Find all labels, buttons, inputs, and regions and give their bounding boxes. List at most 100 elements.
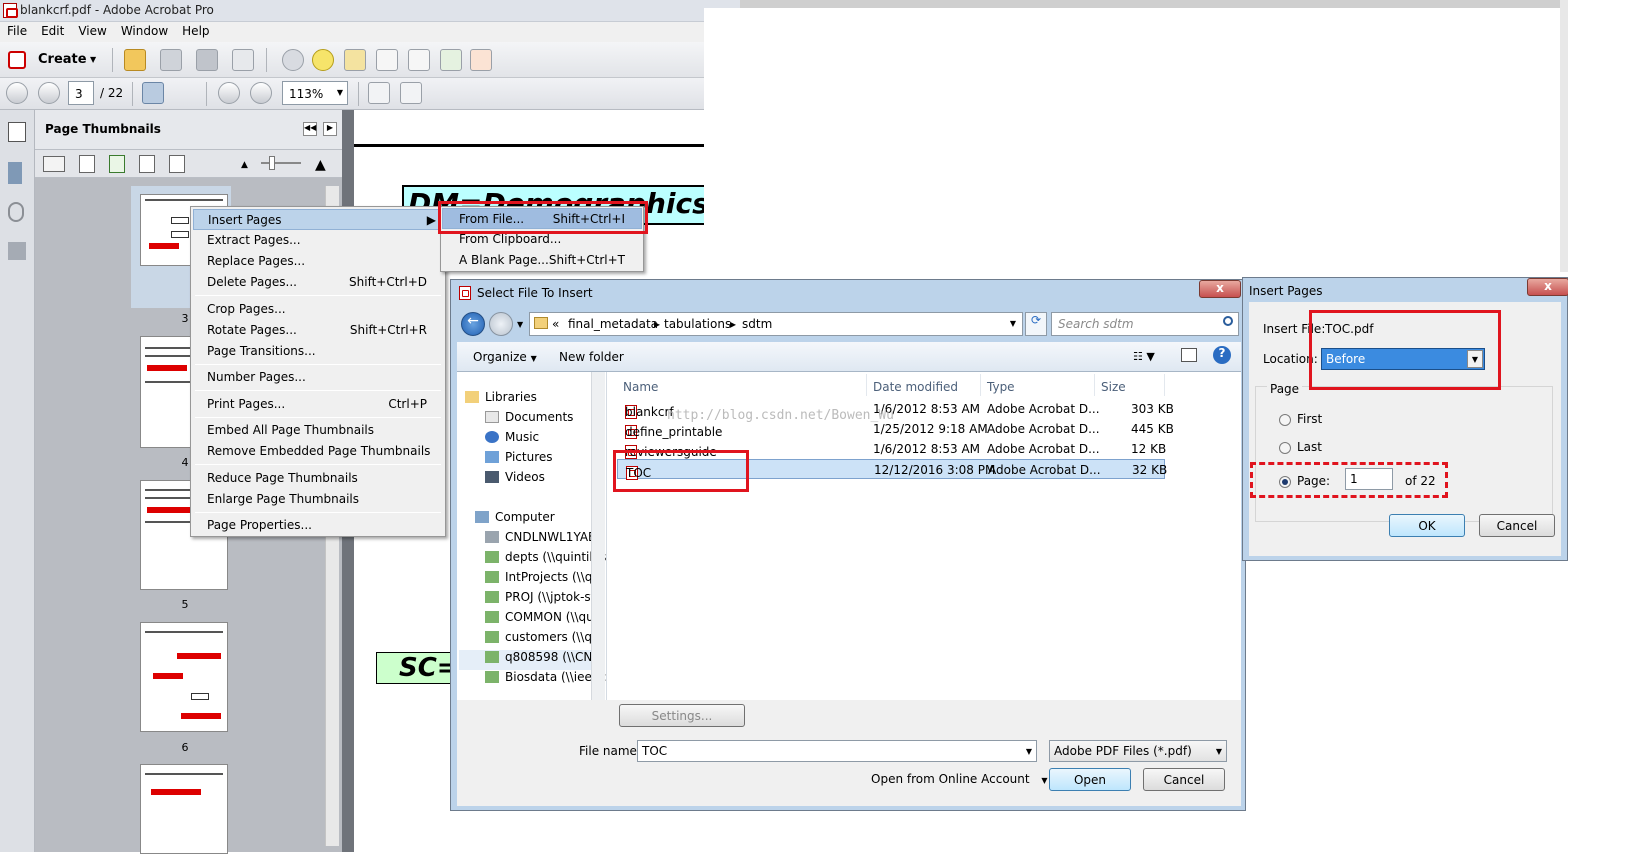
delete-pages-icon[interactable] [79, 155, 95, 173]
dialog-footer: Settings... File name: TOC ▼ Adobe PDF F… [457, 700, 1241, 806]
edit-document-icon[interactable] [470, 49, 492, 71]
delete-page-icon[interactable] [376, 49, 398, 71]
next-page-icon[interactable] [38, 82, 60, 104]
chevron-down-icon[interactable]: ▼ [517, 320, 523, 329]
options-menu-icon[interactable] [43, 156, 65, 172]
slider-handle[interactable] [269, 156, 275, 170]
fit-page-icon[interactable] [368, 82, 390, 104]
radio-last[interactable] [1279, 442, 1291, 454]
export-icon[interactable] [440, 49, 462, 71]
menu-crop-pages[interactable]: Crop Pages... [193, 299, 443, 320]
menu-view[interactable]: View [71, 22, 113, 38]
zoom-select[interactable]: 113% ▼ [282, 81, 348, 105]
open-online-button[interactable]: Open from Online Account ▼ [871, 772, 1048, 786]
bookmark-icon[interactable] [8, 162, 22, 184]
page-number-input[interactable]: 3 [68, 81, 94, 105]
menu-number-pages[interactable]: Number Pages... [193, 367, 443, 388]
menu-enlarge-thumbnails[interactable]: Enlarge Page Thumbnails [193, 489, 443, 510]
chevron-down-icon[interactable]: ▼ [1026, 747, 1032, 756]
organize-button[interactable]: Organize ▼ [473, 350, 537, 364]
view-options-icon[interactable]: ☷ ▼ [1133, 350, 1155, 363]
menu-print-pages[interactable]: Print Pages... Ctrl+P [193, 394, 443, 415]
new-folder-button[interactable]: New folder [559, 350, 624, 364]
page-properties-icon[interactable] [169, 155, 185, 173]
menu-shortcut: Shift+Ctrl+D [349, 275, 427, 289]
breadcrumb-item[interactable]: final_metadata [568, 317, 658, 331]
menu-delete-pages[interactable]: Delete Pages... Shift+Ctrl+D [193, 272, 443, 293]
breadcrumb-item[interactable]: sdtm [742, 317, 772, 331]
open-button[interactable]: Open [1049, 768, 1131, 791]
zoom-in-icon[interactable] [250, 82, 272, 104]
menu-blank-page[interactable]: A Blank Page... Shift+Ctrl+T [443, 250, 641, 271]
menu-embed-thumbnails[interactable]: Embed All Page Thumbnails [193, 420, 443, 441]
network-drive-icon [485, 551, 499, 563]
settings-button[interactable]: Settings... [619, 704, 745, 727]
create-button[interactable]: Create ▼ [8, 49, 96, 71]
breadcrumb-item[interactable]: tabulations [664, 317, 731, 331]
signature-icon[interactable] [8, 242, 26, 260]
menu-replace-pages[interactable]: Replace Pages... [193, 251, 443, 272]
cancel-button[interactable]: Cancel [1479, 514, 1555, 537]
rotate-pages-icon[interactable] [139, 155, 155, 173]
zoom-out-icon[interactable] [218, 82, 240, 104]
column-size[interactable]: Size [1095, 374, 1165, 396]
menu-remove-thumbnails[interactable]: Remove Embedded Page Thumbnails [193, 441, 443, 462]
column-type[interactable]: Type [981, 374, 1095, 396]
open-folder-icon[interactable] [124, 49, 146, 71]
close-button[interactable]: x [1199, 280, 1241, 298]
back-arrow-icon[interactable]: ← [461, 312, 485, 336]
comment-icon[interactable] [312, 49, 334, 71]
menu-help[interactable]: Help [175, 22, 216, 38]
menu-rotate-pages[interactable]: Rotate Pages... Shift+Ctrl+R [193, 320, 443, 341]
save-icon[interactable] [160, 49, 182, 71]
close-button[interactable]: x [1527, 278, 1569, 296]
filetype-select[interactable]: Adobe PDF Files (*.pdf) ▼ [1049, 740, 1227, 762]
thumbnail-size-slider[interactable] [261, 162, 301, 164]
nav-scrollbar[interactable] [591, 372, 605, 700]
breadcrumb[interactable]: « final_metadata ▸ tabulations ▸ sdtm ▼ [529, 312, 1023, 336]
menu-file[interactable]: File [0, 22, 34, 38]
title-bar: blankcrf.pdf - Adobe Acrobat Pro [0, 0, 740, 22]
insert-pages-icon[interactable] [109, 155, 125, 173]
hand-tool-icon[interactable] [174, 82, 196, 104]
breadcrumb-overflow[interactable]: « [552, 317, 559, 331]
search-input[interactable]: Search sdtm [1051, 312, 1239, 336]
column-name[interactable]: Name [617, 374, 867, 396]
menu-reduce-thumbnails[interactable]: Reduce Page Thumbnails [193, 468, 443, 489]
select-tool-icon[interactable] [142, 82, 164, 104]
menu-page-transitions[interactable]: Page Transitions... [193, 341, 443, 362]
page-thumbnail-7[interactable] [140, 764, 228, 854]
menu-window[interactable]: Window [114, 22, 175, 38]
help-icon[interactable]: ? [1213, 346, 1231, 364]
attachment-icon[interactable] [8, 202, 24, 222]
rotate-page-icon[interactable] [408, 49, 430, 71]
collapse-panel-icon[interactable]: ◀◀ [303, 122, 317, 136]
chevron-down-icon[interactable]: ▼ [1010, 319, 1016, 328]
radio-first[interactable] [1279, 414, 1291, 426]
nav-drive-selected[interactable]: q808598 (\\CNDL [459, 650, 591, 670]
column-date-modified[interactable]: Date modified [867, 374, 981, 396]
menu-extract-pages[interactable]: Extract Pages... [193, 230, 443, 251]
email-icon[interactable] [232, 49, 254, 71]
menu-insert-pages[interactable]: Insert Pages ▶ [193, 209, 443, 230]
page-thumbnails-icon[interactable] [8, 122, 26, 142]
page-thumbnail-6[interactable] [140, 622, 228, 732]
breadcrumb-separator: ▸ [730, 317, 737, 331]
menu-edit[interactable]: Edit [34, 22, 71, 38]
refresh-icon[interactable]: ⟳ [1025, 312, 1047, 336]
previous-page-icon[interactable] [6, 82, 28, 104]
preview-pane-icon[interactable] [1181, 348, 1197, 362]
forward-arrow-icon[interactable] [489, 312, 513, 336]
full-screen-icon[interactable] [400, 82, 422, 104]
print-icon[interactable] [196, 49, 218, 71]
nav-computer[interactable]: Computer [475, 510, 607, 530]
cancel-button[interactable]: Cancel [1143, 768, 1225, 791]
search-icon[interactable] [1223, 316, 1233, 326]
ok-button[interactable]: OK [1389, 514, 1465, 537]
nav-libraries[interactable]: Libraries [465, 390, 597, 410]
gear-icon[interactable] [282, 49, 304, 71]
expand-panel-icon[interactable]: ▶ [323, 122, 337, 136]
filename-input[interactable]: TOC ▼ [637, 740, 1037, 762]
menu-page-properties[interactable]: Page Properties... [193, 515, 443, 536]
sign-icon[interactable] [344, 49, 366, 71]
